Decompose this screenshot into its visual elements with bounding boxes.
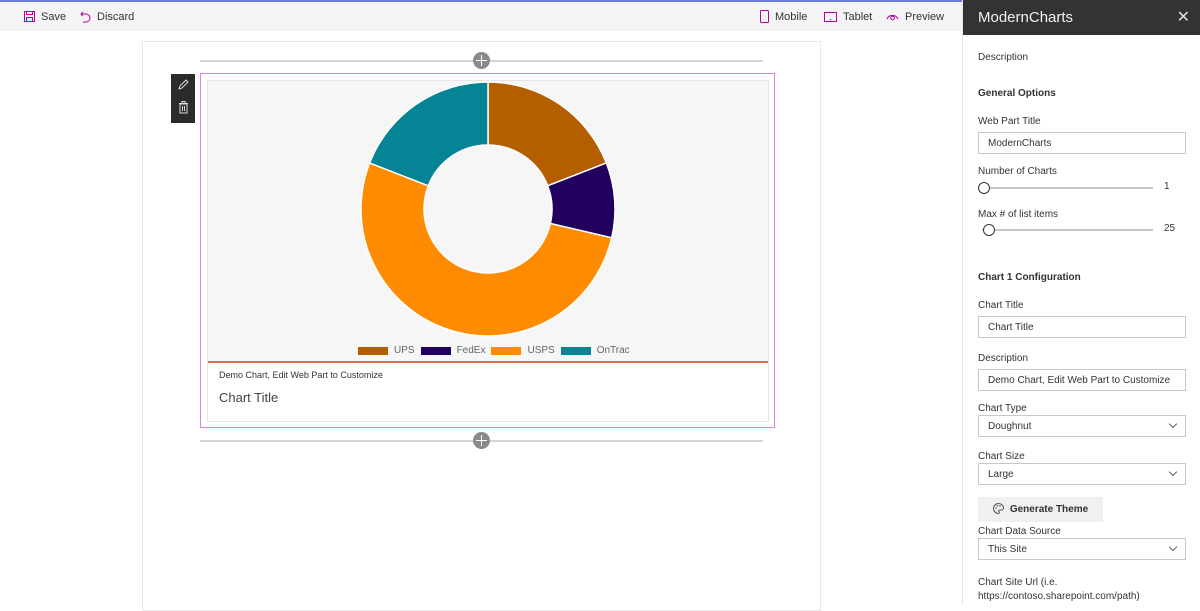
save-label: Save (41, 10, 67, 23)
command-bar: Save Discard Mobile Tablet Preview (0, 2, 962, 31)
chart-type-dropdown[interactable]: Doughnut (978, 415, 1186, 437)
slider-thumb[interactable] (978, 182, 990, 194)
chart1-configuration-heading: Chart 1 Configuration (978, 272, 1081, 283)
property-pane-header: ModernCharts ✕ (963, 0, 1200, 35)
accent-divider (208, 361, 768, 363)
tablet-view-button[interactable]: Tablet (824, 11, 872, 23)
number-of-charts-value: 1 (1164, 181, 1170, 192)
slider-track (982, 229, 1153, 231)
save-icon (24, 11, 35, 22)
max-list-items-value: 25 (1164, 223, 1176, 234)
edit-webpart-button[interactable] (177, 78, 189, 96)
data-source-dropdown[interactable]: This Site (978, 538, 1186, 560)
legend-label: OnTrac (596, 345, 630, 356)
preview-button[interactable]: Preview (886, 11, 944, 23)
chart-title: Chart Title (219, 390, 279, 405)
add-section-button-bottom[interactable] (473, 432, 490, 449)
property-pane-body: Description General Options Web Part Tit… (963, 35, 1200, 605)
chevron-down-icon (1168, 419, 1178, 429)
site-url-label-line1: Chart Site Url (i.e. (978, 577, 1058, 588)
legend-label: UPS (394, 345, 415, 356)
number-of-charts-slider[interactable] (978, 182, 1153, 194)
save-button[interactable]: Save (24, 11, 66, 23)
webpart-toolbar (171, 74, 195, 123)
tablet-icon (824, 11, 837, 22)
chevron-down-icon (1168, 467, 1178, 477)
discard-button[interactable]: Discard (80, 11, 134, 23)
chart-title-label: Chart Title (978, 300, 1024, 311)
legend-label: USPS (527, 345, 555, 356)
pencil-icon (178, 79, 189, 91)
legend-item-usps[interactable]: USPS (491, 345, 555, 356)
eye-icon (886, 12, 899, 21)
undo-icon (80, 11, 91, 23)
pane-description: Description (978, 52, 1029, 63)
chart-size-dropdown[interactable]: Large (978, 463, 1186, 485)
legend-swatch (420, 346, 451, 355)
chart-webpart[interactable]: UPS FedEx USPS OnTrac Demo Chart, Edit Web … (200, 73, 775, 428)
close-icon[interactable]: ✕ (1177, 9, 1190, 26)
mobile-label: Mobile (775, 10, 808, 23)
doughnut-chart (360, 81, 616, 337)
trash-icon (178, 100, 188, 114)
general-options-heading: General Options (978, 88, 1056, 99)
chevron-down-icon (1168, 542, 1178, 552)
preview-label: Preview (905, 10, 945, 23)
number-of-charts-label: Number of Charts (978, 166, 1057, 177)
chart-type-label: Chart Type (978, 403, 1027, 414)
mobile-icon (760, 10, 769, 23)
legend-item-ontrac[interactable]: OnTrac (560, 345, 630, 356)
legend-swatch (560, 346, 591, 355)
chart-description-label: Description (978, 353, 1029, 364)
site-url-label-line2: https://contoso.sharepoint.com/path) (978, 591, 1140, 602)
legend-label: FedEx (456, 345, 486, 356)
chart-description-input[interactable]: Demo Chart, Edit Web Part to Customize (978, 369, 1186, 391)
add-section-button-top[interactable] (473, 52, 490, 69)
slider-track (982, 187, 1153, 189)
legend-swatch (358, 346, 388, 355)
legend-swatch (491, 346, 522, 355)
mobile-view-button[interactable]: Mobile (760, 10, 807, 23)
chart-size-label: Chart Size (978, 451, 1025, 462)
generate-theme-label: Generate Theme (1009, 504, 1089, 515)
max-list-items-slider[interactable] (978, 224, 1153, 236)
delete-webpart-button[interactable] (178, 100, 189, 119)
property-pane-title: ModernCharts (978, 9, 1074, 26)
property-pane: ModernCharts ✕ Description General Optio… (962, 0, 1200, 605)
discard-label: Discard (97, 10, 135, 23)
tablet-label: Tablet (843, 10, 873, 23)
legend-item-fedex[interactable]: FedEx (420, 345, 486, 356)
chart-description: Demo Chart, Edit Web Part to Customize (219, 370, 383, 380)
chart-area: UPS FedEx USPS OnTrac (208, 81, 768, 361)
slice-ontrac[interactable] (368, 81, 489, 187)
legend-item-ups[interactable]: UPS (358, 345, 415, 356)
slider-thumb[interactable] (983, 224, 995, 236)
palette-icon (992, 502, 1004, 517)
chart-title-input[interactable]: Chart Title (978, 316, 1186, 338)
web-part-title-label: Web Part Title (978, 116, 1041, 127)
chart-legend: UPS FedEx USPS OnTrac (358, 345, 636, 356)
data-source-label: Chart Data Source (978, 526, 1061, 537)
web-part-title-input[interactable]: ModernCharts (978, 132, 1186, 154)
generate-theme-button[interactable]: Generate Theme (978, 497, 1103, 522)
max-list-items-label: Max # of list items (978, 209, 1059, 220)
chart-card: UPS FedEx USPS OnTrac Demo Chart, Edit Web … (207, 80, 769, 422)
